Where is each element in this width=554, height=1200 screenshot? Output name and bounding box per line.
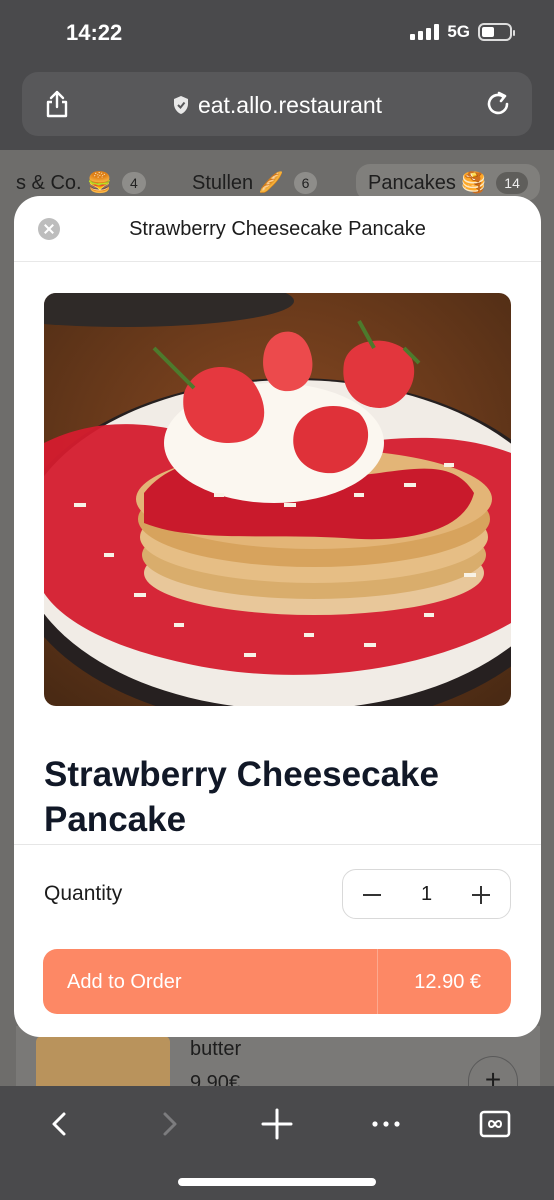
modal-title: Strawberry Cheesecake Pancake [129,218,426,240]
new-tab-icon[interactable] [259,1106,295,1142]
quantity-stepper: 1 [342,869,511,919]
category-label: s & Co. 🍔 [16,172,113,194]
modal-header: Strawberry Cheesecake Pancake [14,196,541,262]
add-to-order-button[interactable]: Add to Order 12.90 € [43,949,511,1014]
category-count: 4 [122,171,146,194]
menu-item-description: butter [190,1038,242,1060]
product-photo [44,293,511,706]
home-indicator [178,1178,376,1186]
order-price: 12.90 € [414,971,481,993]
address-bar[interactable]: eat.allo.restaurant [22,72,532,136]
category-tab-stullen[interactable]: Stullen 🥖 6 [192,170,318,195]
battery-icon [478,23,515,41]
product-modal: Strawberry Cheesecake Pancake Strawberry… [14,196,541,1037]
browser-address-area: eat.allo.restaurant [0,66,554,150]
status-time: 14:22 [66,20,123,45]
category-label: Pancakes 🥞 [368,172,487,194]
url-text: eat.allo.restaurant [197,92,383,118]
add-to-order-label: Add to Order [67,971,182,993]
menu-item-price: 9.90€ [190,1072,241,1086]
signal-icon [410,24,440,40]
category-tab-burgers[interactable]: s & Co. 🍔 4 [16,170,146,195]
product-name: Strawberry Cheesecake Pancake [44,755,439,839]
divider [14,844,541,845]
status-indicators: 5G [410,22,515,42]
tabs-icon[interactable] [477,1106,513,1142]
quantity-label: Quantity [44,882,123,905]
category-count: 6 [293,171,318,194]
status-bar: 14:22 5G [0,0,554,66]
category-count: 14 [496,171,528,194]
category-label: Stullen 🥖 [192,172,284,194]
network-type: 5G [447,22,470,41]
plus-icon[interactable] [464,878,498,912]
button-separator [377,949,378,1014]
reload-icon[interactable] [484,90,512,118]
back-icon[interactable] [42,1106,78,1142]
url-text-container[interactable]: eat.allo.restaurant [22,92,532,119]
shield-icon [173,96,188,114]
more-icon[interactable] [368,1106,404,1142]
forward-icon[interactable] [151,1106,187,1142]
